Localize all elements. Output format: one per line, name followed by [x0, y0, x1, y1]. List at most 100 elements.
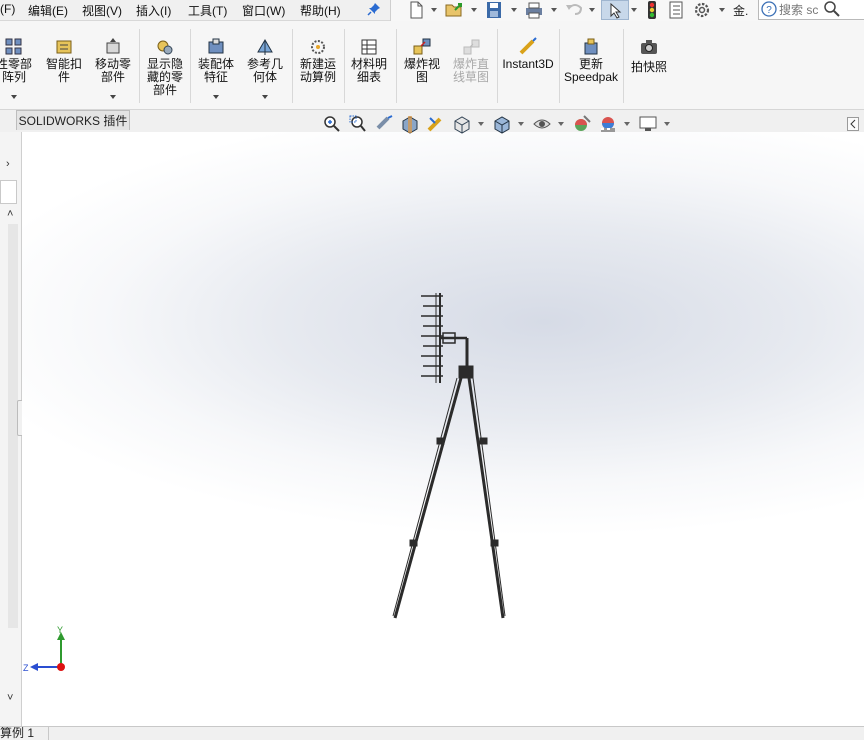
menu-window[interactable]: 窗口(W)	[242, 2, 285, 19]
linear-pattern-icon	[5, 38, 22, 55]
ribbon-button-instant3d[interactable]: Instant3D	[499, 21, 557, 109]
divider	[344, 29, 345, 103]
chevron-down-icon[interactable]	[11, 95, 17, 99]
divider	[559, 29, 560, 103]
section-view-icon[interactable]	[400, 114, 420, 134]
divider	[396, 29, 397, 103]
new-document-icon[interactable]	[405, 0, 427, 20]
chevron-down-icon[interactable]	[664, 122, 670, 126]
edit-appearance-icon[interactable]	[572, 114, 592, 134]
ribbon-label: 更新 Speedpak	[563, 57, 619, 84]
open-icon[interactable]	[443, 0, 465, 20]
chevron-down-icon[interactable]	[431, 8, 437, 12]
svg-text:?: ?	[766, 5, 772, 16]
menu-file[interactable]: (F)	[0, 2, 15, 16]
divider	[497, 29, 498, 103]
task-pane-collapse-button[interactable]	[847, 117, 859, 131]
menu-help[interactable]: 帮助(H)	[300, 2, 341, 19]
search-input[interactable]: ? 搜索 sc	[758, 0, 864, 20]
exploded-view-icon	[413, 38, 431, 55]
chevron-down-icon[interactable]	[213, 95, 219, 99]
options-icon[interactable]	[691, 0, 713, 20]
save-icon[interactable]	[483, 0, 505, 20]
filter-input[interactable]	[0, 180, 17, 204]
dynamic-annotation-icon[interactable]	[426, 114, 446, 134]
ribbon-button-explode-line-sketch[interactable]: 爆炸直 线草图	[447, 21, 495, 109]
ribbon-button-show-hidden[interactable]: 显示隐 藏的零 部件	[142, 21, 188, 109]
hide-show-icon[interactable]	[532, 114, 552, 134]
show-hidden-icon	[157, 40, 173, 55]
menu-bar: (F) 编辑(E) 视图(V) 插入(I) 工具(T) 窗口(W) 帮助(H)	[0, 0, 864, 21]
ribbon-label: Instant3D	[502, 57, 554, 71]
chevron-up-icon[interactable]: ˄	[7, 208, 13, 220]
view-settings-icon[interactable]	[638, 114, 658, 134]
ribbon-button-reference-geometry[interactable]: 参考几 何体	[243, 21, 287, 109]
tab-motion-study[interactable]: 算例 1	[0, 727, 49, 740]
ribbon-button-smart-fastener[interactable]: 智能扣 件	[42, 21, 86, 109]
pin-icon[interactable]	[366, 1, 382, 17]
apply-scene-icon[interactable]	[598, 114, 618, 134]
extra-toolbar-label[interactable]: 金.	[733, 2, 748, 19]
chevron-down-icon[interactable]	[262, 95, 268, 99]
undo-icon[interactable]	[563, 0, 585, 20]
chevron-down-icon[interactable]: ˅	[7, 692, 13, 704]
select-icon	[610, 3, 622, 19]
chevron-down-icon[interactable]	[110, 95, 116, 99]
help-icon: ?	[761, 1, 777, 17]
chevron-down-icon[interactable]	[631, 8, 637, 12]
ribbon-button-exploded-view[interactable]: 爆炸视 图	[399, 21, 445, 109]
chevron-down-icon[interactable]	[471, 8, 477, 12]
menu-view[interactable]: 视图(V)	[82, 2, 122, 19]
ribbon-button-move-component[interactable]: 移动零 部件	[90, 21, 136, 109]
ribbon-label: 拍快照	[630, 60, 667, 74]
zoom-to-area-icon[interactable]	[348, 114, 368, 134]
reference-geometry-icon	[257, 39, 273, 55]
display-style-icon[interactable]	[492, 114, 512, 134]
chevron-right-icon[interactable]: ›	[6, 158, 10, 170]
bom-icon	[361, 39, 377, 55]
chevron-down-icon[interactable]	[511, 8, 517, 12]
divider	[623, 29, 624, 103]
ribbon-label: 爆炸直 线草图	[452, 57, 489, 84]
menu-edit[interactable]: 编辑(E)	[28, 2, 68, 19]
ribbon-button-assembly-feature[interactable]: 装配体 特征	[194, 21, 238, 109]
feature-manager-pane: › ˄ ˅	[0, 132, 27, 726]
ribbon-label: 移动零 部件	[94, 57, 131, 84]
chevron-down-icon[interactable]	[624, 122, 630, 126]
chevron-down-icon[interactable]	[551, 8, 557, 12]
ribbon-button-speedpak[interactable]: 更新 Speedpak	[562, 21, 620, 109]
ribbon-button-linear-pattern[interactable]: 性零部 阵列	[0, 21, 36, 109]
zoom-to-fit-icon[interactable]	[322, 114, 342, 134]
heads-up-toolbar	[0, 114, 864, 136]
new-motion-study-icon	[311, 40, 325, 54]
ribbon-label: 材料明 细表	[350, 57, 387, 84]
menu-tools[interactable]: 工具(T)	[188, 2, 227, 19]
chevron-down-icon[interactable]	[558, 122, 564, 126]
ribbon-button-new-motion-study[interactable]: 新建运 动算例	[295, 21, 341, 109]
previous-view-icon[interactable]	[374, 114, 394, 134]
ribbon-label: 新建运 动算例	[299, 57, 336, 84]
move-component-icon	[106, 38, 120, 54]
chevron-down-icon[interactable]	[518, 122, 524, 126]
model-tripod-antenna[interactable]	[385, 288, 515, 628]
explode-line-sketch-icon	[463, 39, 480, 55]
ribbon-label: 参考几 何体	[246, 57, 283, 84]
chevron-down-icon[interactable]	[478, 122, 484, 126]
ribbon-label: 显示隐 藏的零 部件	[146, 57, 183, 97]
view-orientation-icon[interactable]	[452, 114, 472, 134]
speedpak-icon	[584, 38, 598, 55]
ribbon-button-bom[interactable]: 材料明 细表	[347, 21, 391, 109]
menu-insert[interactable]: 插入(I)	[136, 2, 171, 19]
ribbon-button-snapshot[interactable]: 拍快照	[626, 21, 672, 109]
rebuild-icon[interactable]	[641, 0, 663, 20]
print-icon[interactable]	[523, 0, 545, 20]
search-icon[interactable]	[823, 0, 841, 18]
chevron-down-icon[interactable]	[589, 8, 595, 12]
quick-access-toolbar: 金. ? 搜索 sc	[390, 0, 864, 21]
file-properties-icon[interactable]	[665, 0, 687, 20]
select-button[interactable]	[601, 0, 629, 20]
search-placeholder: 搜索 sc	[779, 3, 819, 17]
ribbon-label: 性零部 阵列	[0, 57, 32, 84]
chevron-down-icon[interactable]	[719, 8, 725, 12]
triad-z-label: Z	[23, 663, 29, 673]
